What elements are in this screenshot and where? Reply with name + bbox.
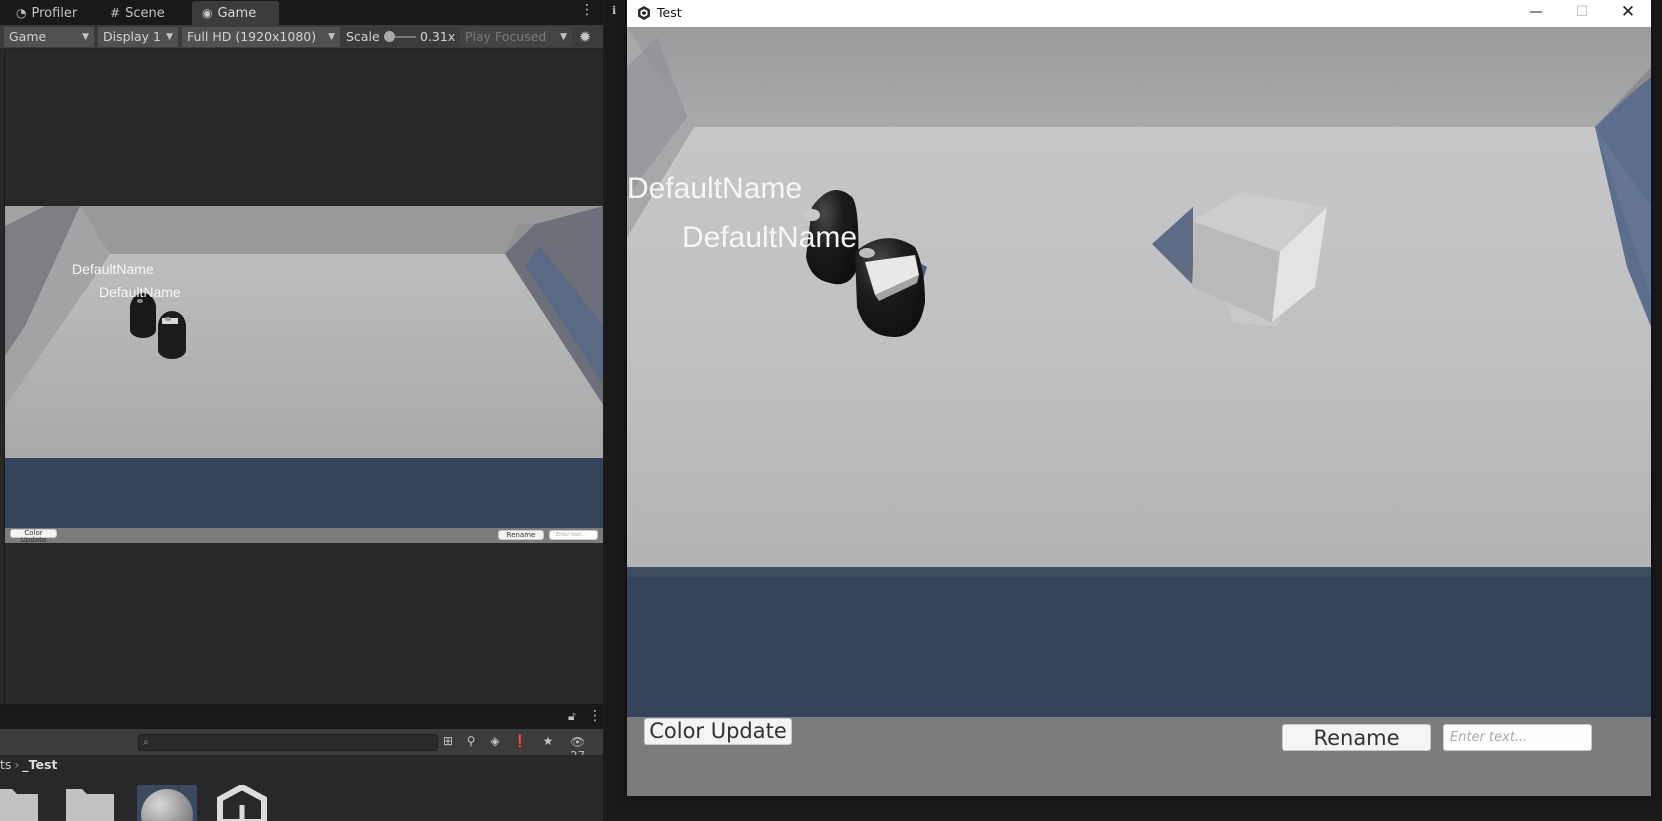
tab-game[interactable]: ◉ Game [192, 1, 279, 25]
maximize-button[interactable]: ☐ [1559, 0, 1605, 27]
chevron-down-icon: ▼ [328, 32, 335, 42]
project-toolbar: ⌕ ⊞ ⚲ ◈ ❗ ★ 👁︎ 27 [0, 729, 604, 763]
scene-graphic [627, 27, 1651, 796]
player-name-tag: DefaultName [99, 284, 181, 300]
breadcrumb-current[interactable]: _Test [22, 757, 57, 772]
name-input[interactable]: Enter text... [1443, 724, 1592, 751]
player-capsule [855, 238, 925, 337]
display-dropdown[interactable]: Display 1 ▼ [98, 27, 178, 47]
game-render-view: DefaultName DefaultName Color Update Ren… [627, 27, 1651, 796]
view-mode-value: Game [9, 29, 47, 44]
resolution-dropdown[interactable]: Full HD (1920x1080) ▼ [182, 27, 340, 47]
chevron-down-icon: ▼ [82, 32, 89, 42]
scale-slider-handle[interactable] [384, 31, 395, 42]
warning-icon[interactable]: ❗ [512, 734, 528, 750]
tab-label: Scene [125, 5, 165, 21]
editor-tab-bar: ◔ Profiler # Scene ◉ Game ⋮ [0, 0, 604, 25]
project-panel: 🔓︎ ⋮ ⌕ ⊞ ⚲ ◈ ❗ ★ 👁︎ 27 ts›_Test [0, 704, 604, 821]
close-button[interactable]: ✕ [1605, 0, 1651, 27]
chevron-down-icon: ▼ [166, 32, 173, 42]
tab-label: Profiler [31, 5, 78, 21]
game-view-render: DefaultName DefaultName Color Update Ren… [5, 206, 604, 543]
filter-by-type-icon[interactable]: ⊞ [440, 734, 456, 750]
display-value: Display 1 [103, 29, 162, 44]
scale-label: Scale [346, 29, 380, 44]
tab-scene[interactable]: # Scene [100, 1, 175, 25]
eye-icon: 👁︎ [570, 735, 586, 749]
player-name-tag: DefaultName [627, 172, 803, 205]
scene-grid-icon: # [110, 6, 121, 20]
test-window: Test — ☐ ✕ DefaultName DefaultName Color… [627, 0, 1651, 796]
favorite-star-icon[interactable]: ★ [540, 734, 556, 750]
play-mode-dropdown[interactable]: Play Focused ▼ [460, 27, 572, 47]
unity-app-icon [638, 6, 650, 20]
tab-label: Game [217, 5, 257, 21]
tab-profiler[interactable]: ◔ Profiler [6, 1, 87, 25]
unity-logo-icon[interactable] [216, 785, 268, 821]
resolution-value: Full HD (1920x1080) [187, 29, 317, 44]
player-name-tag: DefaultName [72, 261, 154, 277]
player-name-tag: DefaultName [682, 221, 858, 254]
game-view-toolbar: Game ▼ Display 1 ▼ Full HD (1920x1080) ▼… [0, 25, 604, 49]
rename-button[interactable]: Rename [498, 530, 544, 540]
rename-button[interactable]: Rename [1282, 724, 1431, 751]
search-by-label-icon[interactable]: ⚲ [463, 734, 479, 750]
scale-value: 0.31x [420, 29, 456, 44]
more-options-icon[interactable]: ⋮ [580, 2, 594, 18]
view-mode-dropdown[interactable]: Game ▼ [4, 27, 94, 47]
profiler-icon: ◔ [16, 6, 27, 20]
info-icon: ℹ [612, 4, 617, 17]
project-panel-header: 🔓︎ ⋮ [0, 705, 604, 729]
minimize-button[interactable]: — [1513, 0, 1559, 27]
color-update-button[interactable]: Color Update [10, 529, 57, 543]
chevron-down-icon: ▼ [560, 32, 567, 42]
bug-icon[interactable]: ✹ [576, 28, 594, 46]
name-input[interactable]: Enter text... [549, 530, 598, 540]
editor-right-edge: ℹ [606, 0, 626, 821]
gamepad-icon: ◉ [202, 6, 213, 20]
breadcrumb-item[interactable]: ts [0, 757, 11, 772]
more-options-icon[interactable]: ⋮ [588, 708, 602, 724]
breadcrumb: ts › _Test [0, 755, 604, 775]
window-title: Test [657, 5, 682, 20]
window-title-bar[interactable]: Test — ☐ ✕ [627, 0, 1651, 27]
folder-icon[interactable] [66, 777, 116, 821]
mini-scene-graphic [5, 206, 604, 543]
project-search-input[interactable]: ⌕ [138, 734, 438, 751]
play-mode-value: Play Focused [465, 29, 547, 44]
mini-player-capsule [158, 311, 186, 359]
material-asset-tile[interactable] [137, 785, 197, 821]
lock-icon[interactable]: 🔓︎ [568, 709, 576, 724]
color-update-button[interactable]: Color Update [644, 718, 792, 745]
search-icon: ⌕ [143, 737, 149, 748]
material-sphere-icon [141, 789, 193, 821]
unity-editor: ◔ Profiler # Scene ◉ Game ⋮ Game ▼ Displ… [0, 0, 604, 821]
desktop: ◔ Profiler # Scene ◉ Game ⋮ Game ▼ Displ… [0, 0, 1662, 821]
breadcrumb-separator-icon: › [14, 757, 20, 772]
folder-icon[interactable] [0, 777, 42, 821]
tag-icon[interactable]: ◈ [487, 734, 503, 750]
